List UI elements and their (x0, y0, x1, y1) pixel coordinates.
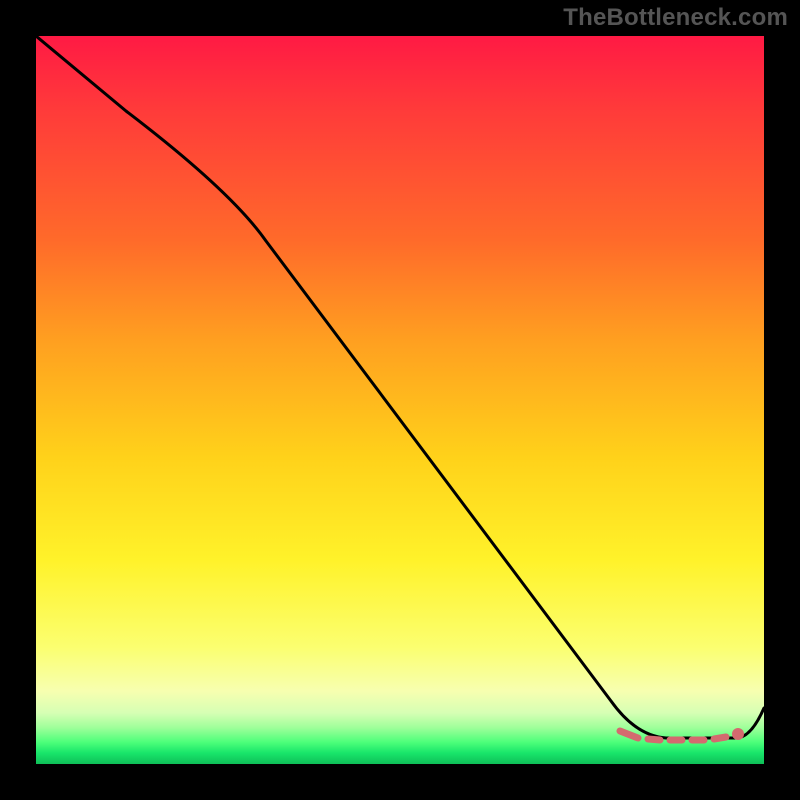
highlight-dash (714, 737, 726, 739)
bottleneck-curve (36, 36, 764, 738)
highlight-dash (648, 739, 660, 740)
highlight-dash (620, 731, 638, 738)
highlight-end-dot (732, 728, 744, 740)
watermark-text: TheBottleneck.com (563, 4, 788, 32)
overlay-svg (36, 36, 764, 764)
chart-frame: TheBottleneck.com (0, 0, 800, 800)
plot-area (36, 36, 764, 764)
